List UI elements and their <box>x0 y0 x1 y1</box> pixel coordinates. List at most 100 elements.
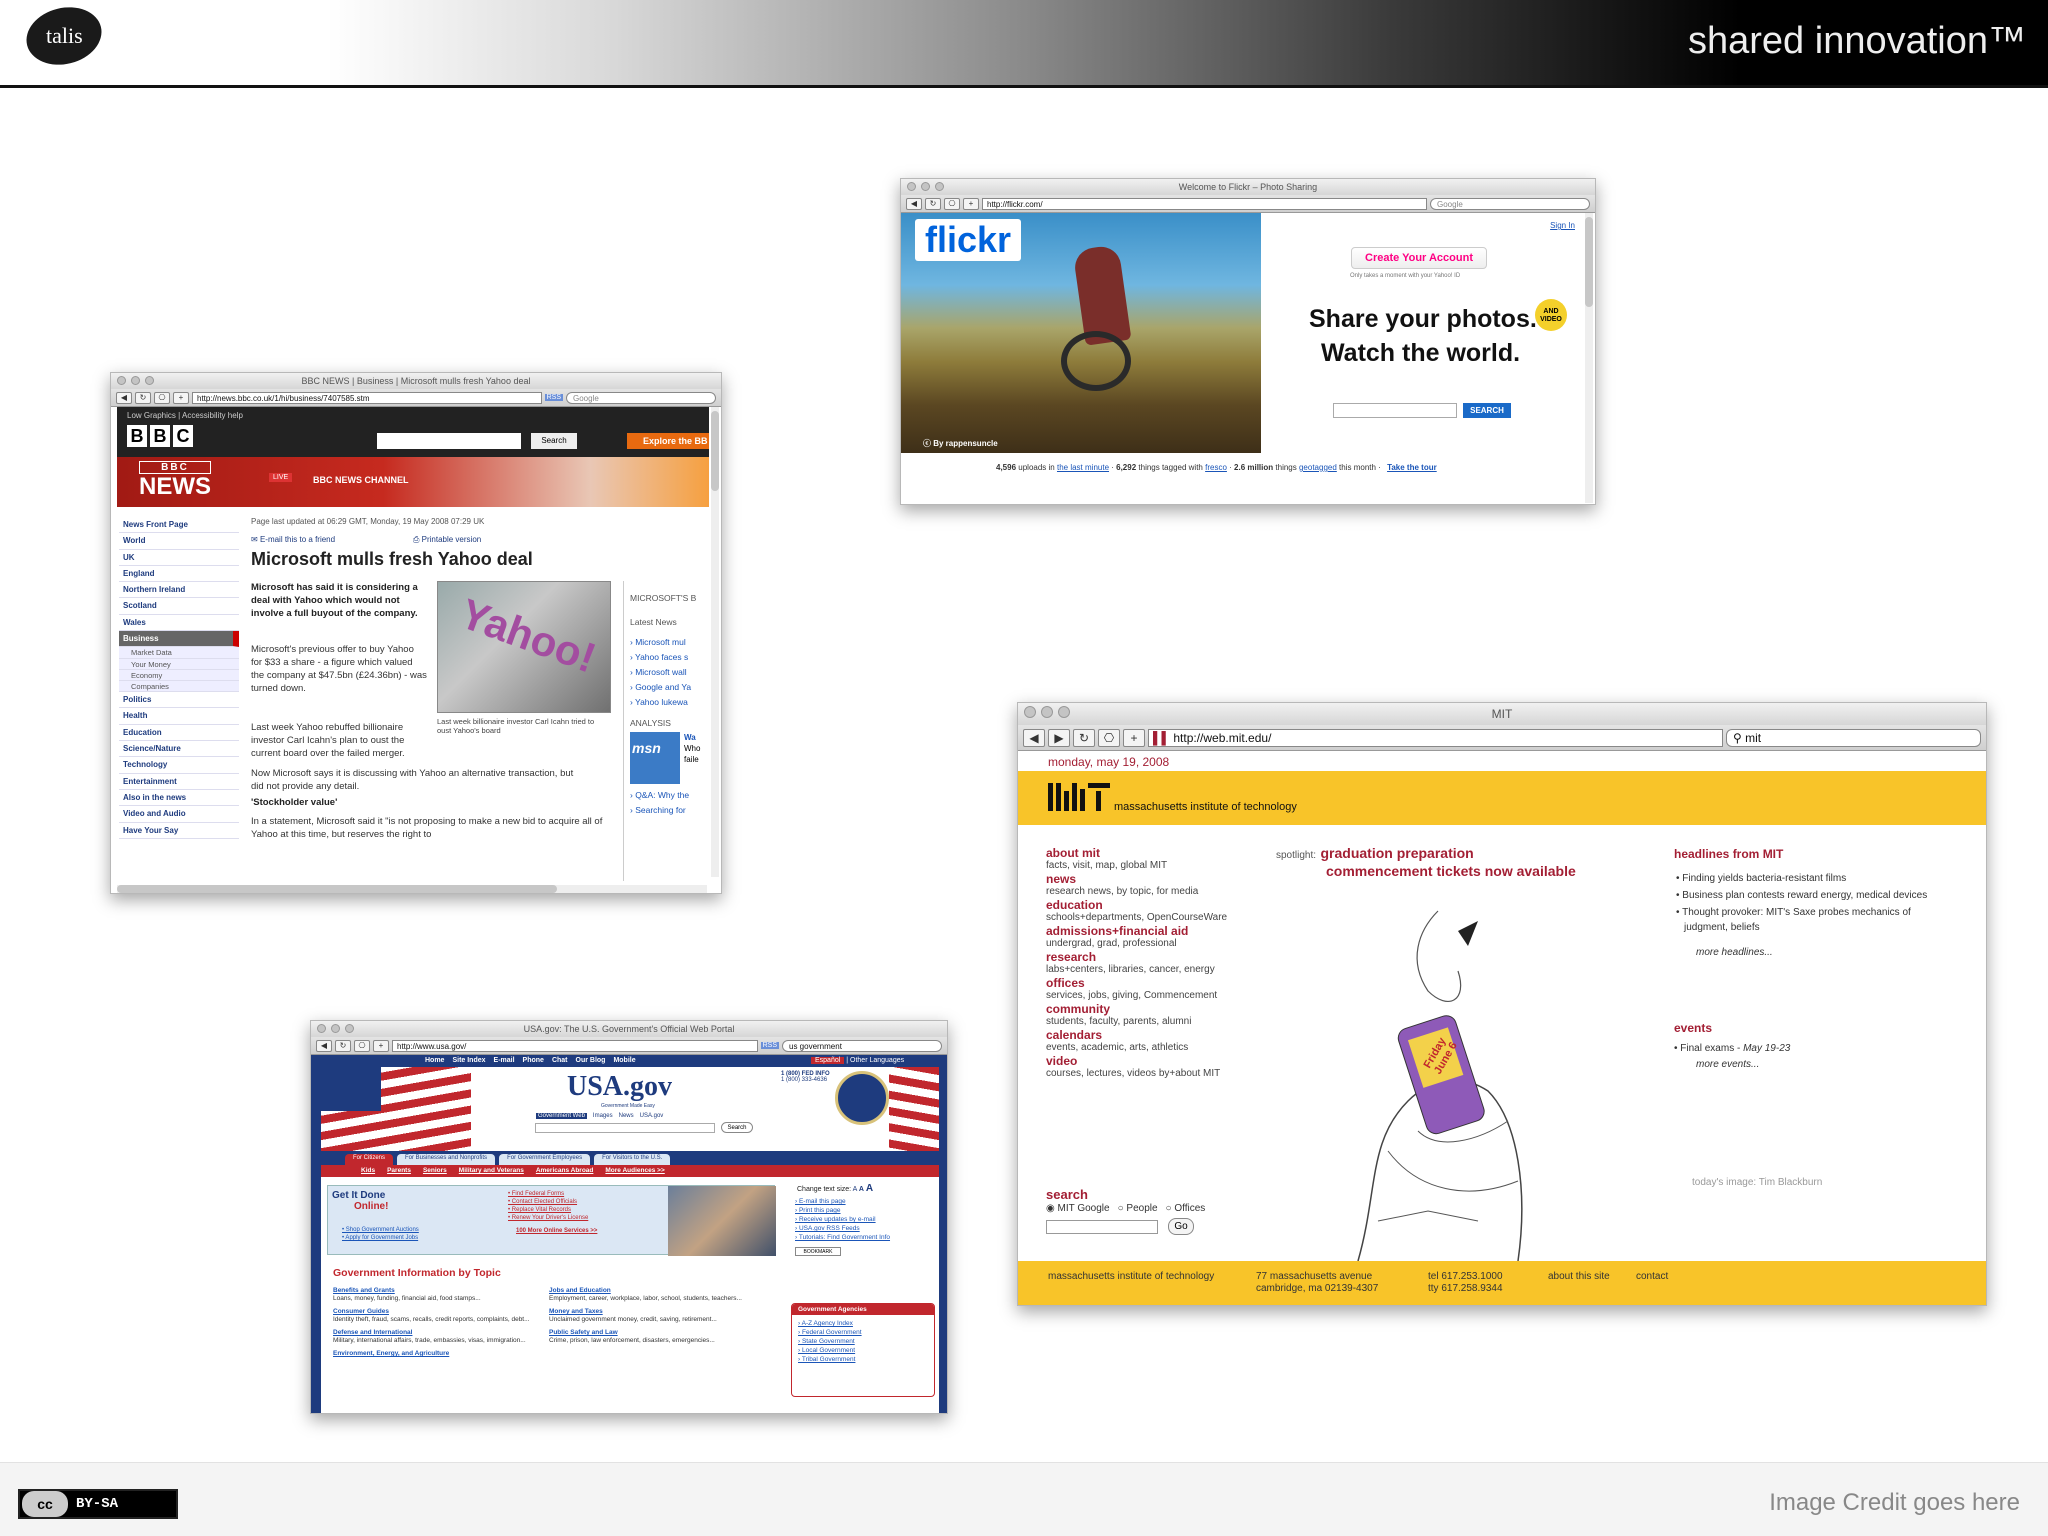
sidebar-item[interactable]: Wales <box>119 615 239 632</box>
add-bookmark-icon[interactable]: + <box>173 391 189 404</box>
topic-link[interactable]: Environment, Energy, and Agriculture <box>333 1350 543 1358</box>
topic-link[interactable]: Jobs and Education <box>549 1287 779 1295</box>
top-nav-item[interactable]: Our Blog <box>576 1055 606 1067</box>
nav-title[interactable]: news <box>1046 873 1286 886</box>
news-channel-link[interactable]: BBC NEWS CHANNEL <box>313 475 409 485</box>
subnav-item[interactable]: Military and Veterans <box>459 1165 524 1177</box>
bookmark-button[interactable]: BOOKMARK <box>795 1247 841 1256</box>
print-link[interactable]: ⎙ Printable version <box>413 535 481 545</box>
more-events-link[interactable]: more events... <box>1696 1059 1759 1070</box>
headline-item[interactable]: • Finding yields bacteria-resistant film… <box>1674 871 1934 886</box>
sidebar-item[interactable]: Market Data <box>119 647 239 659</box>
search-tab[interactable]: Government Web <box>536 1113 587 1119</box>
cc-license-badge[interactable]: cc BY-SA <box>18 1489 178 1519</box>
usa-logo[interactable]: USA.gov <box>567 1071 672 1103</box>
sidebar-item[interactable]: News Front Page <box>119 517 239 534</box>
search-option[interactable]: ◉ MIT Google <box>1046 1203 1110 1214</box>
forward-icon[interactable]: ▶ <box>1048 728 1070 747</box>
list-item[interactable]: › Searching for <box>630 803 713 818</box>
reload-icon[interactable]: ↻ <box>135 391 151 404</box>
list-item[interactable]: • Contact Elected Officials <box>508 1198 588 1206</box>
top-nav-item[interactable]: E-mail <box>494 1055 515 1067</box>
language-links[interactable]: Español | Other Languages <box>811 1055 904 1067</box>
minimize-button[interactable] <box>921 182 930 191</box>
signin-link[interactable]: Sign In <box>1550 221 1575 230</box>
list-item[interactable]: • Shop Government Auctions <box>342 1226 419 1234</box>
list-item[interactable]: › USA.gov RSS Feeds <box>795 1224 890 1233</box>
zoom-button[interactable] <box>935 182 944 191</box>
search-tab[interactable]: USA.gov <box>640 1113 664 1119</box>
usa-search-button[interactable]: Search <box>721 1122 753 1133</box>
sidebar-item[interactable]: Education <box>119 725 239 742</box>
back-icon[interactable]: ◀ <box>1023 728 1045 747</box>
spotlight[interactable]: spotlight: graduation preparation commen… <box>1276 845 1576 879</box>
list-item[interactable]: › E-mail this page <box>795 1197 890 1206</box>
list-item[interactable]: • Replace Vital Records <box>508 1206 588 1214</box>
sidebar-item[interactable]: UK <box>119 550 239 566</box>
rss-badge[interactable]: RSS <box>544 394 563 401</box>
search-field[interactable]: Google <box>1430 197 1590 210</box>
list-item[interactable]: › Receive updates by e-mail <box>795 1215 890 1224</box>
tour-link[interactable]: Take the tour <box>1387 463 1437 472</box>
minimize-button[interactable] <box>1041 706 1053 718</box>
scrollbar[interactable] <box>711 407 719 877</box>
sidebar-item[interactable]: Your Money <box>119 658 239 670</box>
nav-title[interactable]: admissions+financial aid <box>1046 925 1286 938</box>
url-field[interactable]: http://news.bbc.co.uk/1/hi/business/7407… <box>192 391 542 404</box>
sidebar-item[interactable]: Economy <box>119 669 239 681</box>
nav-item[interactable]: video courses, lectures, videos by+about … <box>1046 1055 1286 1081</box>
bbc-search-input[interactable] <box>377 433 521 449</box>
list-item[interactable]: • Apply for Government Jobs <box>342 1234 419 1242</box>
sidebar-item[interactable]: Scotland <box>119 598 239 615</box>
nav-title[interactable]: education <box>1046 899 1286 912</box>
search-field[interactable]: ⚲ mit <box>1726 728 1981 747</box>
top-nav-item[interactable]: Site Index <box>452 1055 485 1067</box>
event-item[interactable]: • Final exams - May 19-23 <box>1674 1043 1790 1054</box>
close-button[interactable] <box>907 182 916 191</box>
sidebar-item[interactable]: Entertainment <box>119 774 239 790</box>
topic-link[interactable]: Public Safety and Law <box>549 1329 779 1337</box>
nav-item[interactable]: research labs+centers, libraries, cancer,… <box>1046 951 1286 977</box>
reload-icon[interactable]: ↻ <box>1073 728 1095 747</box>
h-scrollbar[interactable] <box>117 885 707 893</box>
bbc-search-button[interactable]: Search <box>531 433 577 449</box>
sidebar-item[interactable]: Health <box>119 708 239 725</box>
nav-item[interactable]: offices services, jobs, giving, Commencem… <box>1046 977 1286 1003</box>
zoom-button[interactable] <box>145 376 154 385</box>
list-item[interactable]: • Find Federal Forms <box>508 1190 588 1198</box>
text-size-control[interactable]: Change text size: A A A <box>797 1183 873 1194</box>
close-button[interactable] <box>317 1024 326 1033</box>
nav-title[interactable]: community <box>1046 1003 1286 1016</box>
nav-item[interactable]: calendars events, academic, arts, athleti… <box>1046 1029 1286 1055</box>
nav-title[interactable]: offices <box>1046 977 1286 990</box>
close-button[interactable] <box>117 376 126 385</box>
live-badge[interactable]: LIVE <box>269 473 293 482</box>
nav-title[interactable]: calendars <box>1046 1029 1286 1042</box>
topic-link[interactable]: Benefits and Grants <box>333 1287 543 1295</box>
sidebar-item[interactable]: Science/Nature <box>119 741 239 758</box>
flickr-search-input[interactable] <box>1333 403 1457 418</box>
snapback-icon[interactable]: ⎔ <box>1098 728 1120 747</box>
close-button[interactable] <box>1024 706 1036 718</box>
add-bookmark-icon[interactable]: + <box>1123 728 1145 747</box>
back-icon[interactable]: ◀ <box>316 1039 332 1052</box>
create-account-button[interactable]: Create Your Account <box>1351 247 1487 269</box>
top-links[interactable]: Low Graphics | Accessibility help <box>127 411 243 420</box>
contact-link[interactable]: contact <box>1636 1271 1668 1282</box>
back-icon[interactable]: ◀ <box>116 391 132 404</box>
more-online-link[interactable]: 100 More Online Services >> <box>516 1228 597 1234</box>
headline-item[interactable]: • Business plan contests reward energy, … <box>1674 888 1934 903</box>
snapback-icon[interactable]: ⎔ <box>154 391 170 404</box>
mit-go-button[interactable]: Go <box>1168 1218 1194 1235</box>
top-nav-item[interactable]: Mobile <box>613 1055 635 1067</box>
sidebar-item[interactable]: Business <box>119 631 239 648</box>
sidebar-item[interactable]: Have Your Say <box>119 823 239 839</box>
url-field[interactable]: http://flickr.com/ <box>982 197 1427 210</box>
url-field[interactable]: ▌▌ http://web.mit.edu/ <box>1148 728 1723 747</box>
list-item[interactable]: › Google and Ya <box>630 680 713 695</box>
subnav-item[interactable]: Americans Abroad <box>536 1165 594 1177</box>
top-nav-item[interactable]: Chat <box>552 1055 568 1067</box>
top-nav-item[interactable]: Phone <box>523 1055 544 1067</box>
subnav-item[interactable]: More Audiences >> <box>605 1165 664 1177</box>
nav-title[interactable]: research <box>1046 951 1286 964</box>
